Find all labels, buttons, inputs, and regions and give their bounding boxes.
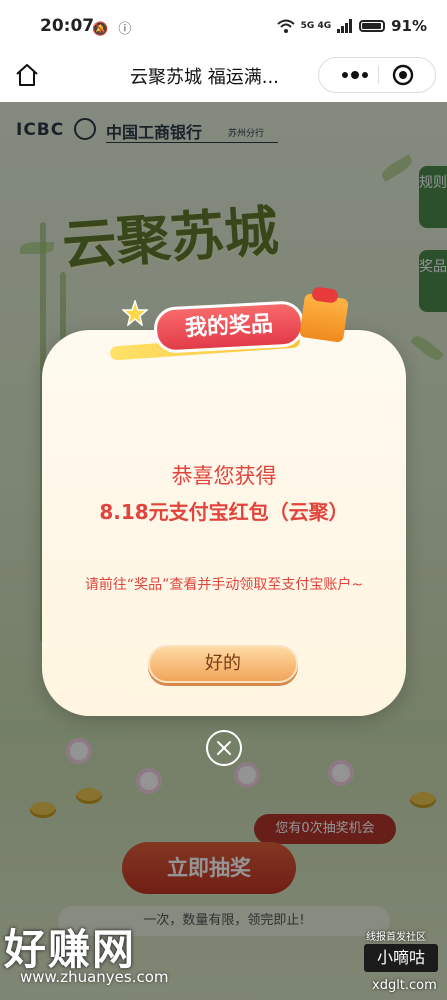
home-icon[interactable] xyxy=(14,62,40,88)
watermark-site: xdglt.com xyxy=(372,978,437,993)
wifi-icon xyxy=(276,19,295,33)
ok-button[interactable]: 好的 xyxy=(148,645,298,683)
capsule-divider xyxy=(378,66,379,84)
battery-percent: 91% xyxy=(391,17,427,35)
my-prizes-badge: 我的奖品 xyxy=(152,300,306,354)
star-icon xyxy=(122,300,148,326)
prize-text: 8.18元支付宝红包（云聚） xyxy=(99,500,349,524)
page-title: 云聚苏城 福运满... xyxy=(130,67,279,88)
status-bar: 20:07 🔕 ⓘ 5G 4G 91% xyxy=(0,0,447,48)
watermark-caption: 线报首发社区 xyxy=(366,932,426,943)
nav-bar: 云聚苏城 福运满... xyxy=(0,48,447,102)
claim-instruction: 请前往“奖品”查看并手动领取至支付宝账户~ xyxy=(84,577,364,593)
watermark-url: www.zhuanyes.com xyxy=(20,968,169,986)
congrats-text: 恭喜您获得 xyxy=(171,464,277,488)
watermark-brand: 小嘀咕 xyxy=(364,944,438,972)
status-right: 5G 4G 91% xyxy=(276,17,427,35)
status-time: 20:07 xyxy=(40,16,95,36)
notification-icons: 🔕 ⓘ xyxy=(92,22,135,37)
signal-icon xyxy=(337,19,353,33)
mini-program-capsule xyxy=(318,57,436,93)
close-icon xyxy=(217,741,231,755)
more-icon[interactable] xyxy=(331,58,377,92)
battery-icon xyxy=(359,20,386,32)
close-dialog-button[interactable] xyxy=(206,730,242,766)
target-close-icon[interactable] xyxy=(391,63,415,87)
network-label: 5G 4G xyxy=(300,21,332,31)
